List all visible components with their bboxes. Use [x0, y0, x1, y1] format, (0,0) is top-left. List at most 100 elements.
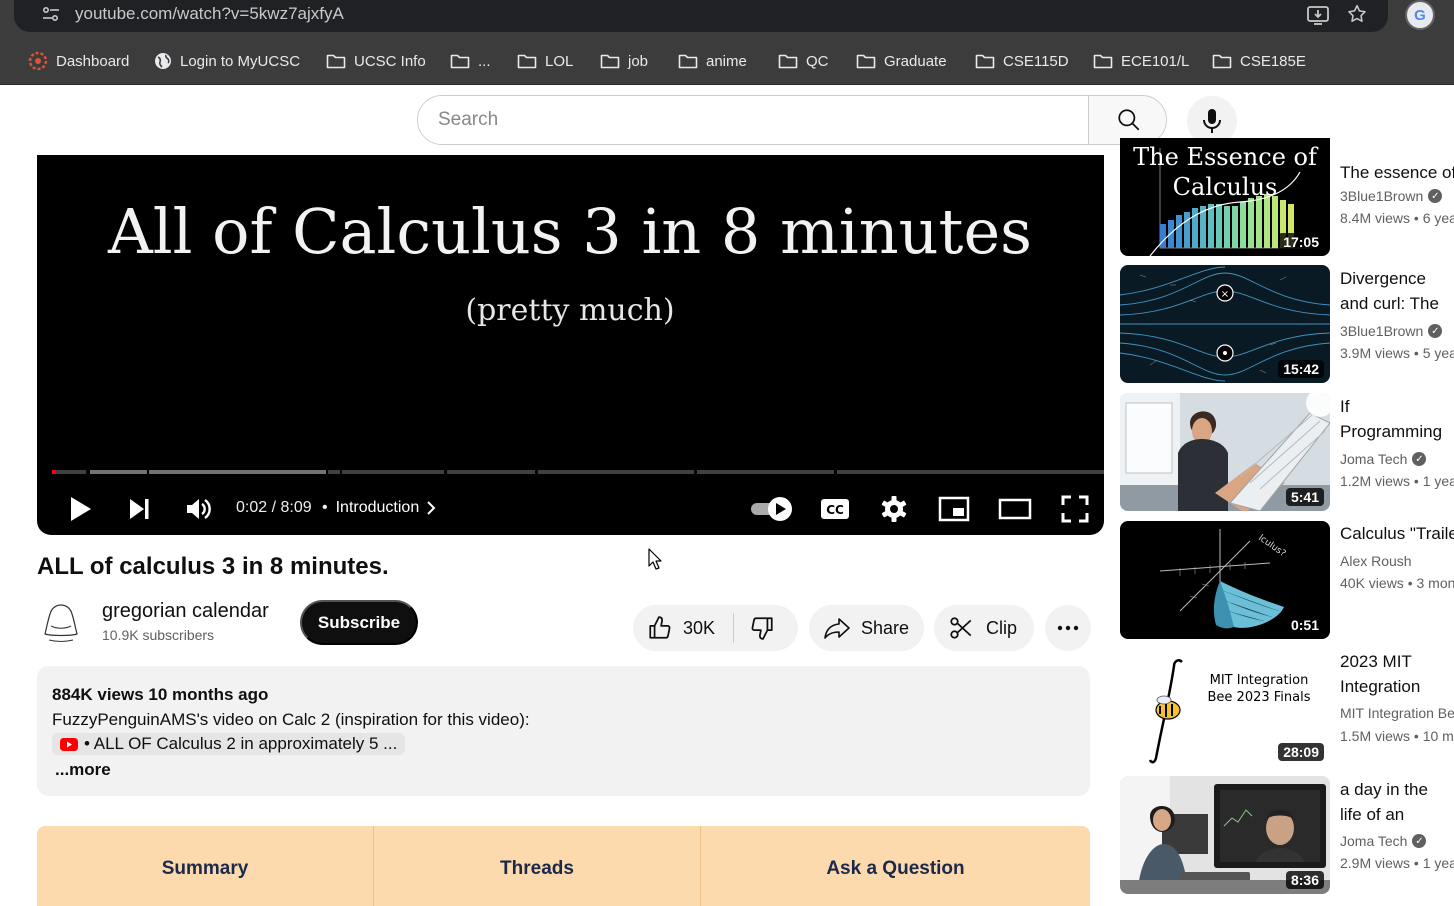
video-thumbnail[interactable]: lculus? 0:51 — [1120, 521, 1330, 639]
chapter-dot: • — [322, 499, 328, 516]
chapter-segment — [447, 470, 535, 474]
recommendation-title[interactable]: 2023 MIT Integration Bee - Finals — [1340, 649, 1454, 701]
mute-button[interactable] — [185, 495, 213, 523]
bookmark-ucsc-info[interactable]: UCSC Info — [326, 50, 426, 72]
share-button[interactable]: Share — [809, 605, 924, 651]
dislike-button[interactable] — [749, 615, 775, 641]
search-input[interactable] — [418, 96, 1088, 144]
folder-icon — [450, 53, 470, 69]
share-label: Share — [861, 617, 910, 638]
microphone-icon — [1201, 108, 1223, 134]
bookmark-cse185e[interactable]: CSE185E — [1212, 50, 1306, 72]
search-icon — [1116, 107, 1142, 133]
video-duration: 8:36 — [1285, 871, 1324, 889]
video-thumbnail[interactable]: × 15:42 — [1120, 265, 1330, 383]
progress-bar[interactable] — [52, 470, 1104, 474]
recommendation-title[interactable]: Divergence and curl: The language of Max… — [1340, 266, 1454, 318]
captions-button[interactable]: CC — [819, 496, 851, 522]
bookmark-qc[interactable]: QC — [778, 50, 829, 72]
recommendation-item[interactable]: 5:41 If Programming Was An Anime 3 Joma … — [1120, 393, 1454, 511]
recommendation-item[interactable]: MIT Integration Bee 2023 Finals 28:09 20… — [1120, 648, 1454, 766]
channel-name[interactable]: gregorian calendar — [102, 600, 269, 623]
globe-icon — [154, 52, 172, 70]
recommendation-title[interactable]: Calculus "Trailer" — [1340, 521, 1454, 546]
bookmark-label: LOL — [545, 52, 574, 70]
theater-mode-button[interactable] — [998, 495, 1032, 523]
folder-icon — [1212, 53, 1232, 69]
folder-icon — [1093, 53, 1113, 69]
video-thumbnail[interactable]: MIT Integration Bee 2023 Finals 28:09 — [1120, 648, 1330, 766]
subscribe-button[interactable]: Subscribe — [300, 600, 418, 645]
like-count: 30K — [683, 617, 716, 638]
miniplayer-button[interactable] — [938, 495, 970, 523]
channel-avatar[interactable] — [37, 596, 85, 644]
tab-ask-a-question[interactable]: Ask a Question — [701, 826, 1090, 906]
recommendation-item[interactable]: × 15:42 Divergence and curl: The languag… — [1120, 265, 1454, 383]
video-thumbnail[interactable]: 5:41 — [1120, 393, 1330, 511]
video-duration: 17:05 — [1278, 233, 1324, 251]
bookmark-dashboard[interactable]: Dashboard — [28, 50, 129, 72]
like-button[interactable]: 30K — [647, 615, 715, 641]
recommendation-stats: 1.5M views • 10 months ago — [1340, 728, 1454, 744]
bookmark-cse115d[interactable]: CSE115D — [975, 50, 1069, 72]
fullscreen-button[interactable] — [1060, 494, 1090, 524]
bookmark-graduate[interactable]: Graduate — [856, 50, 947, 72]
show-more-link[interactable]: ...more — [55, 760, 111, 780]
search-bar — [417, 95, 1167, 145]
recommendation-channel[interactable]: MIT Integration Bee — [1340, 705, 1454, 721]
bookmark-ellipsis[interactable]: ... — [450, 50, 491, 72]
settings-button[interactable] — [880, 495, 908, 523]
folder-icon — [517, 53, 537, 69]
search-button[interactable] — [1088, 96, 1166, 144]
recommendation-title[interactable]: a day in the life of an engineer working… — [1340, 777, 1454, 829]
clip-button[interactable]: Clip — [934, 605, 1034, 651]
like-dislike-group: 30K — [633, 605, 798, 651]
recommendation-item[interactable]: 8:36 a day in the life of an engineer wo… — [1120, 776, 1454, 894]
recommendation-channel[interactable]: Joma Tech ✓ — [1340, 451, 1427, 467]
profile-avatar[interactable]: G — [1405, 0, 1435, 30]
channel-name: Alex Roush — [1340, 553, 1412, 569]
site-info-icon[interactable] — [42, 6, 60, 22]
profile-initial: G — [1414, 6, 1426, 24]
recommendation-channel[interactable]: 3Blue1Brown ✓ — [1340, 323, 1443, 339]
subscriber-count: 10.9K subscribers — [102, 627, 215, 643]
chapter-button[interactable]: • Introduction — [322, 499, 439, 517]
tab-summary[interactable]: Summary — [37, 826, 374, 906]
gear-icon — [880, 495, 908, 523]
install-app-icon[interactable] — [1306, 3, 1330, 27]
channel-name: Joma Tech — [1340, 833, 1408, 849]
more-actions-button[interactable] — [1045, 605, 1091, 651]
recommendation-title[interactable]: The essence of calculus — [1340, 160, 1454, 185]
recommendation-item[interactable]: lculus? 0:51 Calculus "Trailer" Alex Rou… — [1120, 521, 1454, 639]
play-button[interactable] — [66, 495, 94, 523]
clip-label: Clip — [986, 617, 1018, 638]
recommendation-channel[interactable]: Alex Roush — [1340, 553, 1412, 569]
folder-icon — [856, 53, 876, 69]
video-thumbnail[interactable]: The Essence of Calculus 17:05 — [1120, 138, 1330, 256]
bookmark-star-icon[interactable] — [1346, 3, 1368, 25]
verified-check-icon: ✓ — [1428, 189, 1443, 203]
bookmark-login-myucsc[interactable]: Login to MyUCSC — [154, 50, 300, 72]
recommendation-stats: 2.9M views • 1 year ago — [1340, 855, 1454, 871]
recommendation-item[interactable]: The Essence of Calculus 17:05 The essenc… — [1120, 138, 1454, 256]
address-bar[interactable]: youtube.com/watch?v=5kwz7ajxfyA — [14, 0, 1388, 32]
recommendation-channel[interactable]: 3Blue1Brown ✓ — [1340, 188, 1443, 204]
bookmark-job[interactable]: job — [600, 50, 648, 72]
bookmark-lol[interactable]: LOL — [517, 50, 573, 72]
chapter-segment — [328, 470, 340, 474]
miniplayer-icon — [938, 496, 970, 522]
next-button[interactable] — [126, 496, 152, 522]
video-frame-title: All of Calculus 3 in 8 minutes — [108, 195, 1032, 268]
recommendation-title[interactable]: If Programming Was An Anime 3 — [1340, 394, 1454, 446]
bookmark-ece101l[interactable]: ECE101/L — [1093, 50, 1189, 72]
tab-threads[interactable]: Threads — [374, 826, 701, 906]
bookmark-anime[interactable]: anime — [678, 50, 747, 72]
url-text[interactable]: youtube.com/watch?v=5kwz7ajxfyA — [75, 4, 344, 24]
video-thumbnail[interactable]: 8:36 — [1120, 776, 1330, 894]
chapter-label: Introduction — [335, 499, 420, 516]
bookmark-label: anime — [706, 52, 747, 70]
description-video-link[interactable]: • ALL OF Calculus 2 in approximately 5 .… — [52, 733, 406, 755]
autoplay-toggle[interactable] — [750, 496, 794, 522]
description-box[interactable]: 884K views 10 months ago FuzzyPenguinAMS… — [37, 666, 1090, 796]
recommendation-channel[interactable]: Joma Tech ✓ — [1340, 833, 1427, 849]
